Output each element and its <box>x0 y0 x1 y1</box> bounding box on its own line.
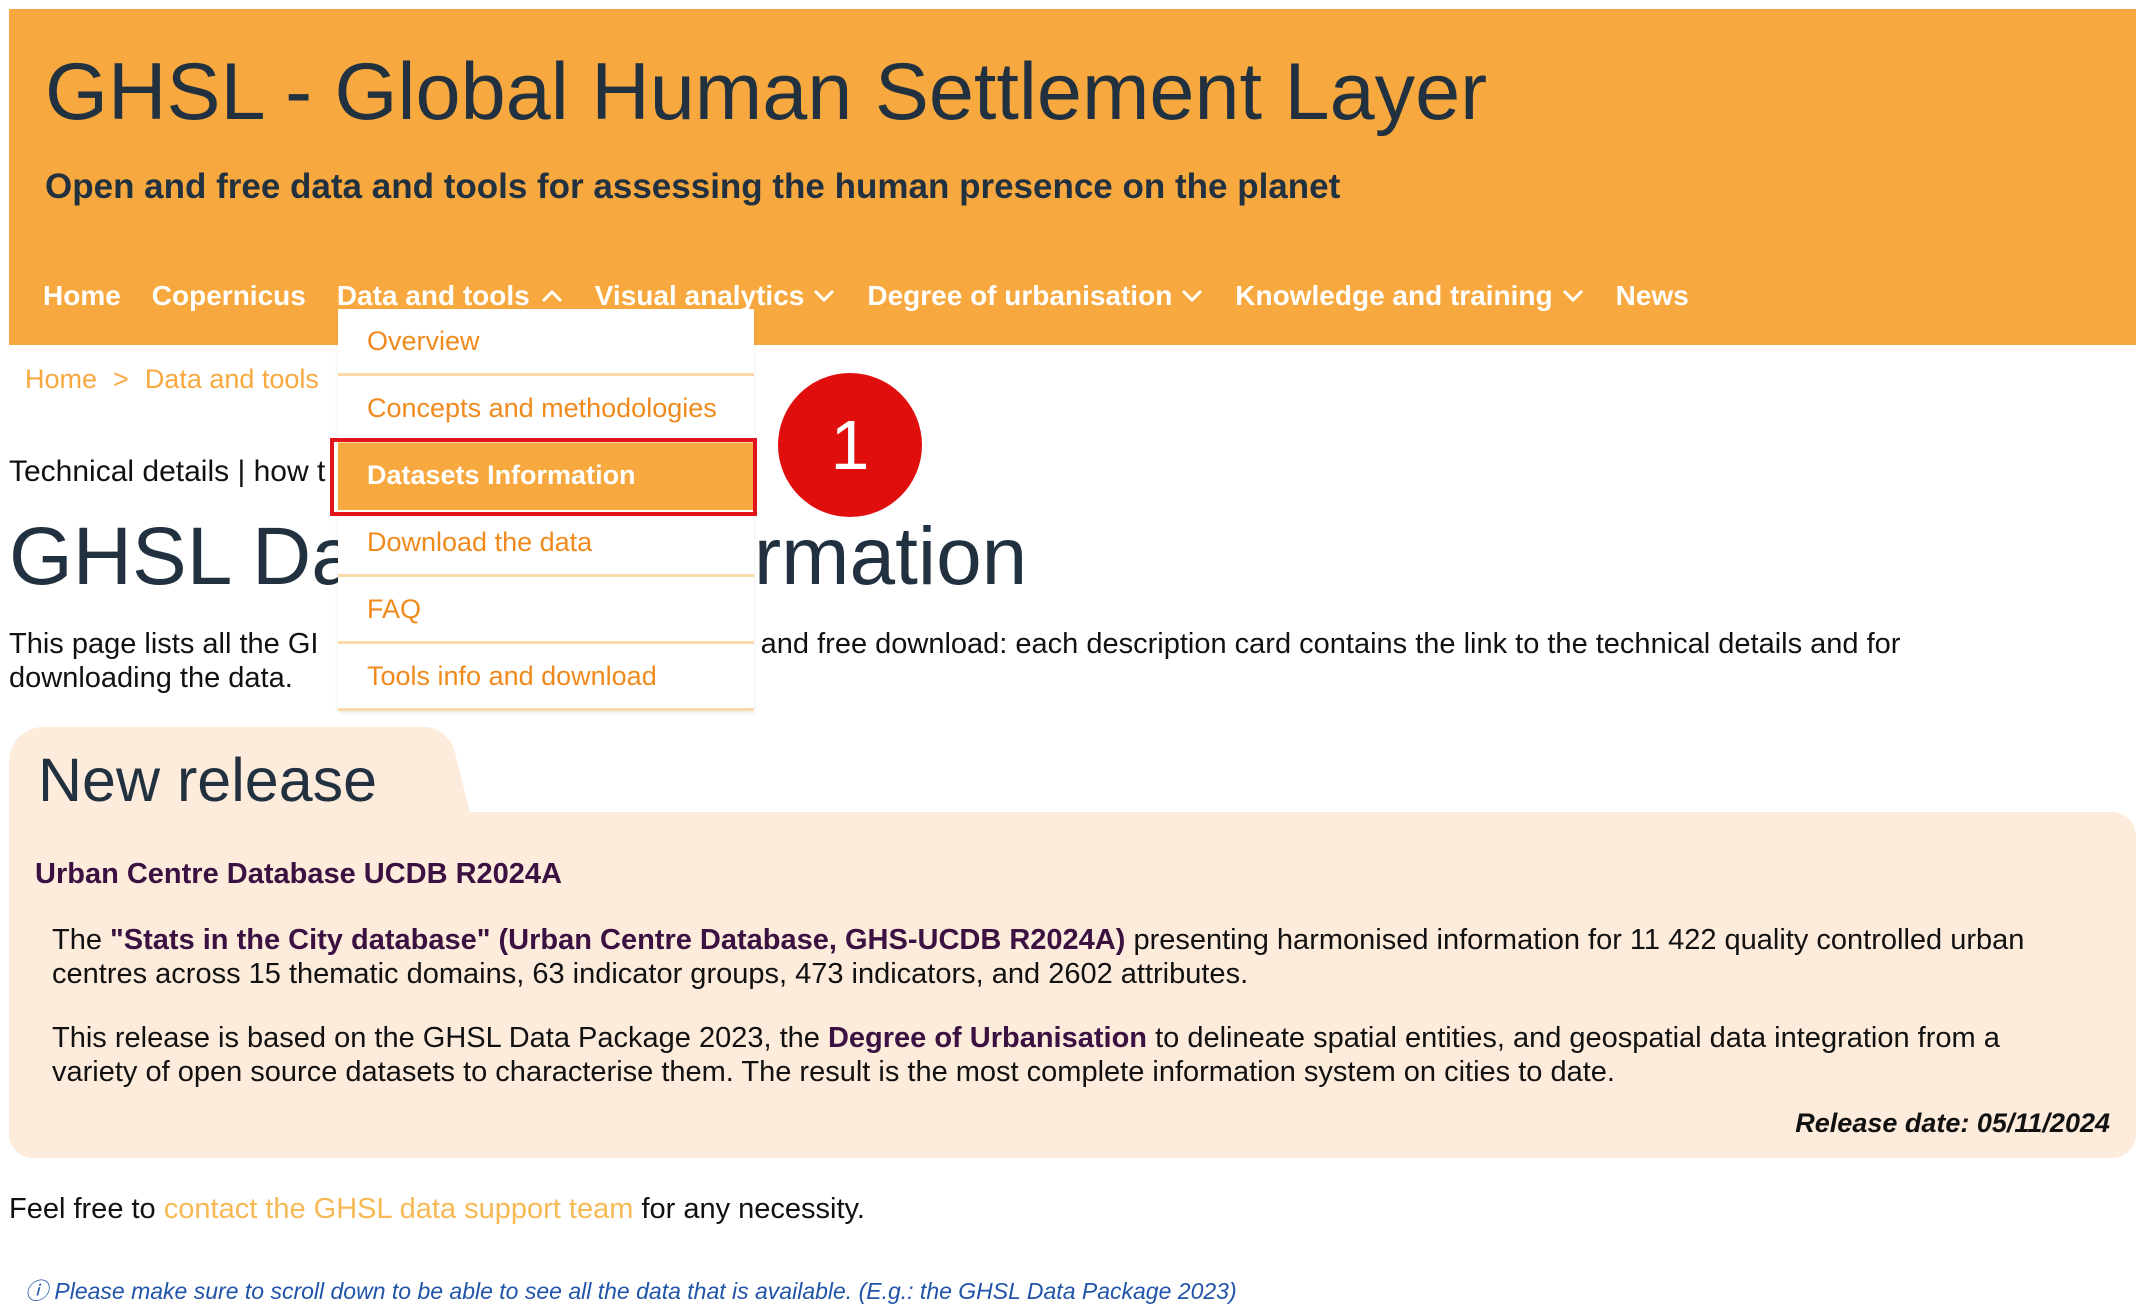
intro-text: This page lists all the GI n and free dow… <box>9 627 2129 695</box>
nav-home-label: Home <box>43 280 121 311</box>
dropdown-item-download-the-data[interactable]: Download the data <box>338 510 754 577</box>
breadcrumb-current[interactable]: Data and tools <box>145 364 319 394</box>
page-title-end: rmation <box>753 511 1028 602</box>
nav-news-label: News <box>1615 280 1689 311</box>
main-nav: Home Copernicus Data and tools Visual an… <box>43 271 1720 321</box>
release-date: Release date: 05/11/2024 <box>1795 1108 2110 1138</box>
dropdown-item-overview[interactable]: Overview <box>338 309 754 376</box>
step-badge: 1 <box>778 373 922 517</box>
release-p2-pre: This release is based on the GHSL Data P… <box>52 1022 828 1054</box>
nav-data-and-tools-label: Data and tools <box>336 280 530 311</box>
nav-knowledge-and-training[interactable]: Knowledge and training <box>1235 280 1584 312</box>
release-p1-pre: The <box>52 924 111 956</box>
breadcrumb-home[interactable]: Home <box>25 364 97 394</box>
chevron-down-icon <box>814 289 835 303</box>
contact-support-link[interactable]: contact the GHSL data support team <box>164 1193 634 1225</box>
contact-line: Feel free to contact the GHSL data suppo… <box>9 1193 865 1226</box>
site-header: GHSL - Global Human Settlement Layer Ope… <box>9 9 2136 345</box>
nav-copernicus[interactable]: Copernicus <box>152 280 306 312</box>
dropdown-item-concepts[interactable]: Concepts and methodologies <box>338 376 754 443</box>
intro-line2: downloading the data. <box>9 662 293 694</box>
stats-in-the-city-link[interactable]: "Stats in the City database" (Urban Cent… <box>110 924 1125 956</box>
chevron-down-icon <box>1182 289 1203 303</box>
breadcrumb-separator: > <box>113 364 129 394</box>
contact-post: for any necessity. <box>633 1193 865 1225</box>
page-title-start: GHSL Da <box>9 511 357 602</box>
site-subtitle: Open and free data and tools for assessi… <box>45 167 1341 206</box>
nav-copernicus-label: Copernicus <box>151 280 306 311</box>
nav-news[interactable]: News <box>1616 280 1689 312</box>
technical-details-line: Technical details | how t <box>9 455 326 488</box>
nav-visual-analytics[interactable]: Visual analytics <box>595 280 837 312</box>
release-paragraph-1: The "Stats in the City database" (Urban … <box>52 923 2072 991</box>
nav-degree-of-urbanisation-label: Degree of urbanisation <box>867 280 1173 311</box>
nav-home[interactable]: Home <box>43 280 121 312</box>
release-paragraph-2: This release is based on the GHSL Data P… <box>52 1021 2072 1089</box>
degree-of-urbanisation-link[interactable]: Degree of Urbanisation <box>828 1022 1147 1054</box>
scroll-note: ⓘ Please make sure to scroll down to be … <box>25 1278 1237 1304</box>
nav-degree-of-urbanisation[interactable]: Degree of urbanisation <box>867 280 1204 312</box>
contact-pre: Feel free to <box>9 1193 164 1225</box>
breadcrumb: Home > Data and tools <box>25 364 319 395</box>
chevron-down-icon <box>1562 289 1583 303</box>
chevron-up-icon <box>541 289 562 303</box>
release-title: Urban Centre Database UCDB R2024A <box>35 858 562 890</box>
nav-knowledge-and-training-label: Knowledge and training <box>1235 280 1553 311</box>
intro-line1-start: This page lists all the GI <box>9 628 319 660</box>
nav-data-and-tools[interactable]: Data and tools <box>337 280 564 312</box>
release-heading: New release <box>38 746 378 814</box>
nav-visual-analytics-label: Visual analytics <box>594 280 805 311</box>
data-and-tools-dropdown: Overview Concepts and methodologies Data… <box>338 309 754 711</box>
dropdown-item-datasets-information[interactable]: Datasets Information <box>338 443 754 510</box>
intro-line1-end: n and free download: each description ca… <box>736 628 1901 660</box>
dropdown-item-tools-info[interactable]: Tools info and download <box>338 644 754 711</box>
site-title[interactable]: GHSL - Global Human Settlement Layer <box>45 46 1487 139</box>
dropdown-item-faq[interactable]: FAQ <box>338 577 754 644</box>
